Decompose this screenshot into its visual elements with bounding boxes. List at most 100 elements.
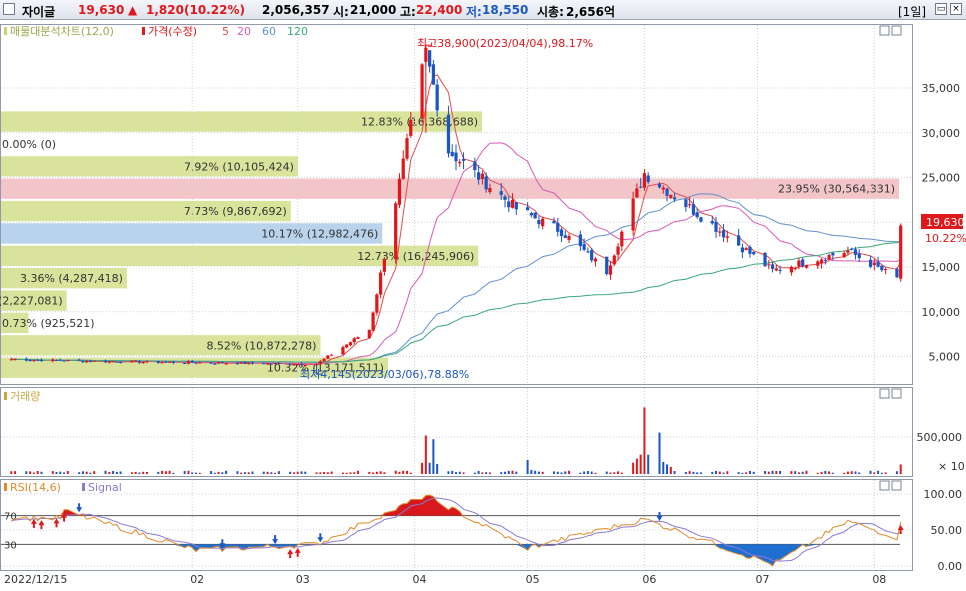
candle-body [868,259,873,267]
volume-bar [556,471,559,474]
volume-bar [669,466,672,474]
low-label: 저: [466,5,482,19]
candle-body [488,188,492,193]
candle-body [28,359,32,361]
volume-bar [473,472,476,474]
candle-body [134,360,138,362]
volume-bar [372,472,375,474]
candle-body [409,119,413,136]
volume-bar [820,471,823,474]
volume-bar [635,458,638,474]
candle-body [563,235,567,239]
volume-bar [534,470,537,474]
volume-bar [89,472,92,474]
volume-bar [748,470,751,474]
candle-body [164,361,168,363]
volume-bar [323,472,326,474]
close-icon[interactable]: × [950,3,962,15]
candle-body [533,212,537,219]
volume-bar [485,472,488,474]
candle-body [801,259,805,267]
candle-body [552,220,556,224]
price-tick-label: 35,000 [922,82,961,95]
volume-bar [451,470,454,474]
volume-profile-label: 0.00% (0) [2,138,56,151]
candle-body [853,249,858,255]
candle-body [740,247,745,253]
candle-body [846,250,850,253]
volume-bar [168,470,171,474]
volume-bar [36,470,39,474]
candle-body [198,362,202,364]
date-tick-label: 07 [755,573,769,586]
rsi-panel-close-icon[interactable] [891,480,902,491]
volume-panel-close-icon[interactable] [891,388,902,399]
candle-body [578,234,582,247]
candle-body [499,191,503,195]
candle-body [582,243,586,250]
volume-bar [711,471,714,474]
price-panel-close-icon[interactable] [891,25,902,36]
candle-body [537,219,541,225]
volume-bar [319,472,322,474]
volume-bar [507,470,510,474]
volume-bar [326,472,329,474]
candle-body [529,213,533,216]
candle-body [141,362,145,364]
candle-body [823,260,827,262]
candle-body [450,151,454,156]
candle-body [88,360,93,362]
candle-body [721,230,726,238]
candle-body [461,158,466,161]
candle-body [39,359,44,362]
candle-body [375,294,379,313]
candle-body [32,359,36,361]
candle-body [167,361,172,363]
candle-body [330,354,334,356]
volume-bar [10,471,13,474]
volume-bar [530,469,533,474]
candle-body [876,261,880,267]
candle-body [657,183,662,188]
price-panel-max-icon[interactable] [879,25,890,36]
candle-body [85,361,89,363]
volume-bar [194,472,197,474]
volume-profile-label: 0.73% (925,521) [2,317,95,330]
candle-body [872,262,876,266]
candle-body [235,363,240,365]
candle-body [213,363,217,365]
candle-body [827,254,831,260]
volume-bar [696,472,699,474]
volume-panel-max-icon[interactable] [879,388,890,399]
volume-profile-label: 12.73% (16,245,906) [357,250,474,263]
candle-body [356,337,360,340]
candle-body [778,269,782,271]
checkbox-icon[interactable] [3,3,15,15]
candle-body [107,361,111,363]
restore-icon[interactable]: ▭ [935,3,947,15]
candle-body [857,253,861,258]
volume-bar [300,471,303,474]
volume-profile-label: 3.36% (4,287,418) [20,272,123,285]
period-selector[interactable]: [1일] [898,3,926,20]
candle-body [631,198,635,231]
candle-body [476,172,481,180]
date-tick-label: 08 [872,573,886,586]
market-cap-label: 시총: [537,5,564,19]
rsi-panel-max-icon[interactable] [879,480,890,491]
candle-body [292,364,296,366]
volume-bar [398,471,401,474]
volume-bar [63,472,66,474]
volume-bar [164,471,167,474]
volume-bar [191,472,194,474]
price-tick-label: 30,000 [922,127,961,140]
volume-bar [564,471,567,474]
high-value: 22,400 [416,3,463,17]
candle-body [382,259,387,272]
volume-bar [617,471,620,474]
volume-bar [217,471,220,474]
candle-body [541,218,545,227]
title-bar: 자이글 19,630 ▲ 1,820 (10.22%) 2,056,357 시:… [0,0,966,20]
candle-body [224,363,228,365]
volume-bar [666,464,669,474]
